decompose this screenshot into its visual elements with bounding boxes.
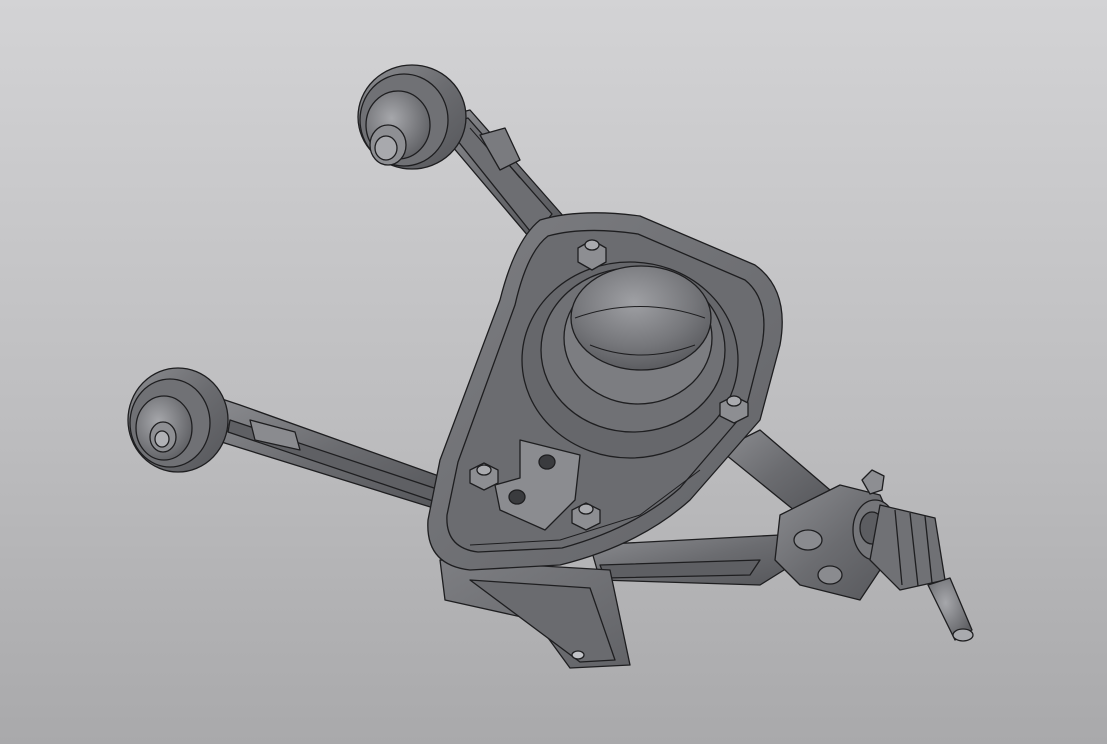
suspension-arm-model[interactable] <box>0 0 1107 744</box>
ball-stud-pin[interactable] <box>927 577 974 642</box>
ball-joint-cover[interactable] <box>521 261 739 459</box>
tab-hole <box>538 454 556 470</box>
mounting-bracket[interactable] <box>439 559 631 669</box>
lower-control-arm[interactable] <box>209 394 451 511</box>
upper-bushing[interactable] <box>357 64 467 170</box>
tab-hole <box>508 489 526 505</box>
lower-bushing[interactable] <box>127 367 229 473</box>
dust-boot[interactable] <box>869 504 946 591</box>
bracket-hole <box>571 650 585 660</box>
cad-3d-viewport[interactable] <box>0 0 1107 744</box>
stud-nut <box>861 469 885 495</box>
